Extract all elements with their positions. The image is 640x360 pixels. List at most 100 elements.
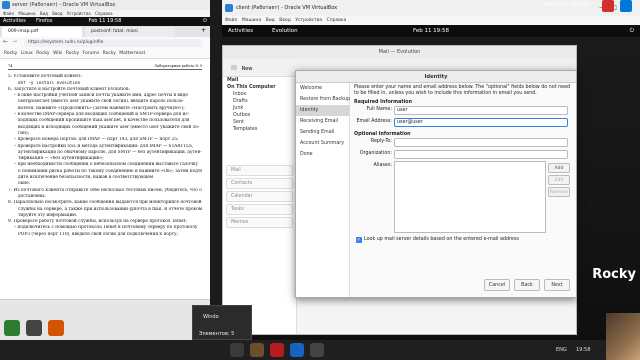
identity-dialog: Identity Welcome Restore from Backup Ide… (295, 70, 577, 298)
gnome-clock[interactable]: Feb 11 19:58 (413, 25, 449, 37)
edit-alias-button[interactable]: Edit (548, 175, 570, 185)
server-vm-menubar[interactable]: Файл Машина Вид Ввод Устройства Справка (0, 10, 210, 17)
switcher-mail[interactable]: Mail (226, 165, 293, 176)
cancel-button[interactable]: Cancel (484, 279, 510, 291)
app-red-icon[interactable] (270, 343, 284, 357)
new-mail-icon[interactable]: ✉ (231, 64, 237, 72)
pdf-line: POP3 (через порт 110), введите свой логи… (18, 231, 179, 237)
pdf-line: ходящих сообщений пропишите mail.user.ne… (18, 118, 190, 124)
folder-drafts[interactable]: Drafts (223, 98, 296, 105)
app-menu[interactable]: Evolution (272, 25, 298, 37)
orange-app-icon[interactable] (48, 320, 64, 336)
host-taskbar: ENG 19:58 (0, 340, 640, 360)
cpu-readout: CPU:2% (570, 2, 590, 8)
new-button[interactable]: New (238, 66, 252, 72)
tab-postconf[interactable]: postconf: fatal: missi (85, 27, 175, 37)
explorer-icon[interactable] (250, 343, 264, 357)
bookmark-rocky-forums[interactable]: Rocky Forums (66, 51, 99, 56)
switcher-tasks[interactable]: Tasks (226, 204, 293, 215)
server-vm-titlebar: server (Работает) - Oracle VM VirtualBox (0, 0, 210, 10)
host-clock[interactable]: 19:58 (576, 347, 590, 353)
dark-app-icon[interactable] (26, 320, 42, 336)
client-desktop: Rocky Mail — Evolution ✉ New Mail On Thi… (222, 37, 640, 340)
nav-done[interactable]: Done (296, 149, 349, 160)
nav-summary[interactable]: Account Summary (296, 138, 349, 149)
switcher-memos[interactable]: Memos (226, 217, 293, 228)
terminal-icon[interactable] (310, 343, 324, 357)
email-row: Email Address: user@user (354, 117, 572, 129)
pdf-line: входящих и исходящих сообщений укажите u… (18, 124, 200, 130)
add-tab-icon[interactable]: + (201, 27, 206, 34)
webcam-overlay (606, 313, 640, 360)
switcher-contacts[interactable]: Contacts (226, 178, 293, 189)
server-vm-title: server (Работает) - Oracle VM VirtualBox (12, 2, 116, 8)
activities-button[interactable]: Activities (228, 25, 253, 37)
start-icon[interactable] (230, 343, 244, 357)
forward-icon[interactable]: → (12, 38, 17, 45)
back-icon[interactable]: ← (3, 38, 8, 45)
record-icon[interactable] (602, 0, 614, 12)
nav-sending[interactable]: Sending Email (296, 127, 349, 138)
aliases-label: Aliases: (373, 163, 392, 168)
bookmarks-bar: Rocky Linux Rocky Wiki Rocky Forums Rock… (0, 49, 210, 59)
aliases-row: Aliases: Add Edit Remove (354, 161, 572, 235)
rocky-logo: Rocky (592, 267, 636, 282)
switcher-calendar[interactable]: Calendar (226, 191, 293, 202)
host-system-monitor: RAM:81% CPU:2% (540, 0, 640, 13)
nav-welcome[interactable]: Welcome (296, 83, 349, 94)
add-alias-button[interactable]: Add (548, 163, 570, 173)
folder-inbox[interactable]: Inbox (223, 91, 296, 98)
url-input[interactable]: https://esystem.rudn.ru/pluginfile (24, 39, 202, 47)
system-menu-icon[interactable]: ⏻ (630, 25, 634, 37)
green-app-icon[interactable] (4, 320, 20, 336)
activities-button[interactable]: Activities (3, 17, 26, 26)
full-name-input[interactable]: user (394, 106, 568, 115)
client-gnome-topbar: Activities Evolution Feb 11 19:58 ⏻ (222, 25, 640, 37)
on-this-computer[interactable]: On This Computer (223, 84, 296, 91)
nav-identity[interactable]: Identity (296, 105, 349, 116)
host-taskbar-left (0, 299, 210, 340)
client-vm-menubar[interactable]: Файл Машина Вид Ввод Устройства Справка (222, 16, 640, 25)
lookup-checkbox[interactable]: ✓ (356, 237, 362, 243)
email-input[interactable]: user@user (394, 118, 568, 127)
pdf-header-title: Лабораторная работа № 9 (154, 64, 202, 68)
pdf-line: – проверьте номера портов: для IMAP — по… (14, 137, 179, 143)
pdf-line: 8. Параллельно посмотрите, какие сообщен… (8, 200, 202, 206)
bookmark-rocky-linux[interactable]: Rocky Linux (4, 51, 33, 56)
organization-input[interactable] (394, 150, 568, 159)
folder-outbox[interactable]: Outbox (223, 112, 296, 119)
bookmark-rocky-mattermost[interactable]: Rocky Mattermost (103, 51, 146, 56)
lookup-label: Look up mail server details based on the… (364, 237, 519, 242)
folder-sent[interactable]: Sent (223, 119, 296, 126)
ram-readout: RAM:81% (544, 2, 568, 8)
power-icon[interactable]: ⏻ (203, 17, 207, 26)
aliases-list[interactable] (394, 161, 546, 233)
dialog-title: Identity (296, 71, 576, 83)
taskbar-preview[interactable]: Windo Элементов: 5 (192, 305, 252, 340)
evolution-sidebar: Mail On This Computer Inbox Drafts Junk … (223, 77, 297, 334)
remove-alias-button[interactable]: Remove (548, 187, 570, 197)
intro-text: Please enter your name and email address… (354, 85, 571, 96)
bookmark-rocky-wiki[interactable]: Rocky Wiki (36, 51, 62, 56)
lang-indicator[interactable]: ENG (556, 347, 567, 353)
virtualbox-icon (225, 4, 233, 12)
gnome-clock[interactable]: Feb 11 19:58 (89, 17, 122, 26)
pdf-page-number: 74 (8, 64, 13, 68)
tray-app-icon[interactable] (620, 0, 632, 12)
preview-title: Windo (203, 314, 219, 320)
back-button[interactable]: Back (514, 279, 540, 291)
next-button[interactable]: Next (544, 279, 570, 291)
pdf-line: – при необходимости сообщения о небезопа… (14, 162, 199, 168)
reply-to-row: Reply-To: (354, 137, 572, 149)
dialog-footer: Cancel Back Next (354, 279, 572, 293)
nav-receiving[interactable]: Receiving Email (296, 116, 349, 127)
nav-restore[interactable]: Restore from Backup (296, 94, 350, 105)
folder-junk[interactable]: Junk (223, 105, 296, 112)
folder-templates[interactable]: Templates (223, 126, 296, 133)
virtualbox-task-icon[interactable] (290, 343, 304, 357)
reply-to-input[interactable] (394, 138, 568, 147)
tab-pdf[interactable]: 009-imap.pdf (2, 27, 82, 37)
lookup-row: ✓ Look up mail server details based on t… (354, 235, 572, 247)
app-menu[interactable]: Firefox (36, 17, 53, 26)
pdf-line: 7. Из почтового клиента отправьте себе н… (8, 187, 202, 193)
